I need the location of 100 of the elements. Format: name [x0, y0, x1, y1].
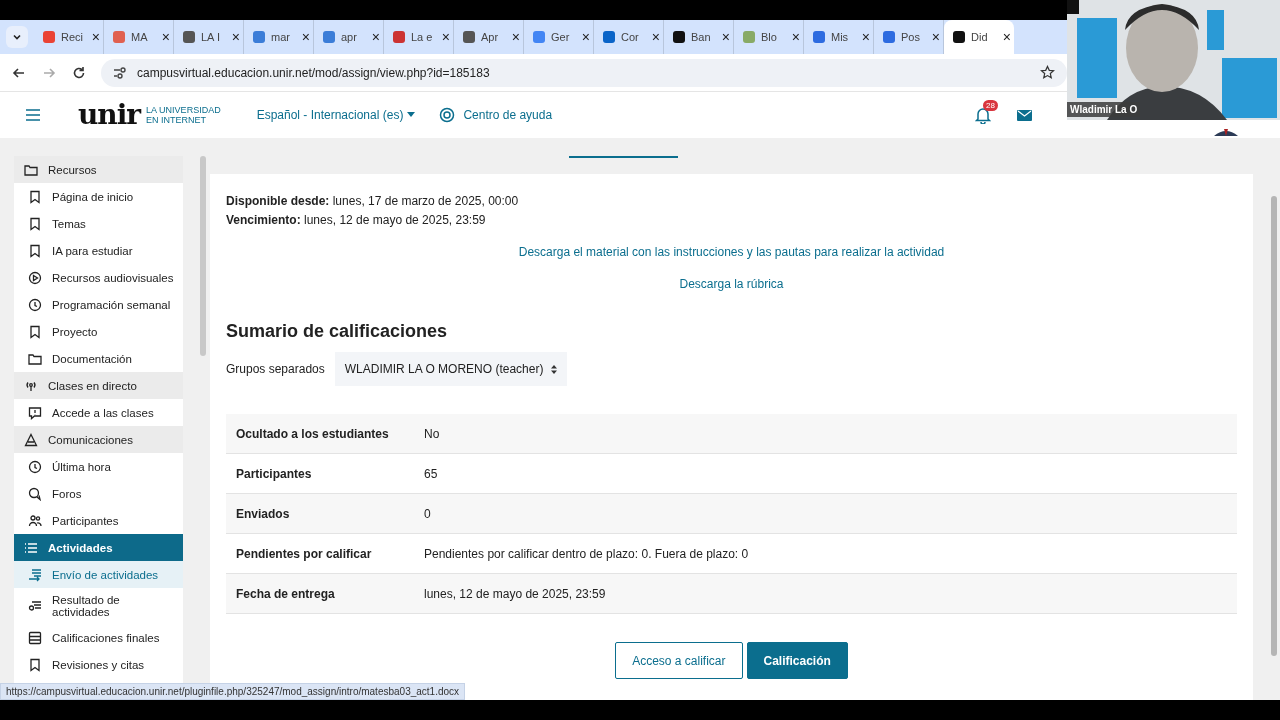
reload-icon[interactable]	[71, 64, 87, 81]
close-tab-button[interactable]: ×	[1002, 29, 1011, 45]
sidebar-label: Calificaciones finales	[52, 631, 160, 644]
close-tab-button[interactable]: ×	[91, 29, 100, 45]
section-heading: Sumario de calificaciones	[226, 321, 449, 342]
user-avatar-icon[interactable]	[1212, 126, 1240, 136]
notifications-bell-icon[interactable]	[975, 106, 991, 124]
grading-access-button[interactable]: Acceso a calificar	[615, 642, 743, 679]
sidebar-label: IA para estudiar	[52, 244, 133, 257]
close-tab-button[interactable]: ×	[721, 29, 730, 45]
close-tab-button[interactable]: ×	[861, 29, 870, 45]
download-link[interactable]: Descarga la rúbrica	[679, 277, 784, 291]
tab-list-button[interactable]	[6, 26, 28, 48]
site-icon	[742, 30, 756, 44]
site-icon	[882, 30, 896, 44]
sidebar-label: Recursos audiovisuales	[52, 271, 174, 284]
mail-icon[interactable]	[1017, 109, 1032, 121]
close-tab-button[interactable]: ×	[301, 29, 310, 45]
table-cell-text: Participantes	[235, 466, 313, 481]
table-icon	[28, 630, 42, 645]
sidebar-label: Página de inicio	[52, 190, 134, 203]
sidebar-section[interactable]: Comunicaciones	[14, 426, 183, 453]
site-icon	[252, 30, 266, 44]
lifebuoy-icon	[439, 107, 456, 123]
sidebar-item[interactable]: Recursos audiovisuales	[14, 264, 183, 291]
table-cell-text: Enviados	[235, 506, 291, 521]
scrollbar-thumb[interactable]	[1271, 196, 1277, 656]
sidebar-item[interactable]: Envío de actividades	[14, 561, 183, 588]
sidebar-label: Documentación	[52, 352, 132, 365]
sidebar-item[interactable]: Participantes	[14, 507, 183, 534]
sidebar-item[interactable]: Resultado de actividades	[14, 588, 183, 624]
close-tab-button[interactable]: ×	[371, 29, 380, 45]
sidebar-item[interactable]: Documentación	[14, 345, 183, 372]
bookmark-star-icon[interactable]	[1040, 65, 1055, 80]
results-icon	[28, 599, 42, 613]
sidebar-label: Recursos	[48, 163, 97, 176]
bookmark-icon	[28, 657, 42, 672]
scrollbar-thumb[interactable]	[200, 156, 206, 356]
help-link[interactable]: Centro de ayuda	[463, 108, 553, 122]
sort-caret-icon	[551, 364, 558, 374]
date-value: lunes, 12 de mayo de 2025, 23:59	[304, 213, 486, 227]
sidebar-section[interactable]: Actividades	[14, 534, 183, 561]
triangle-icon	[24, 432, 38, 447]
listarrow-icon	[28, 567, 42, 582]
site-icon	[812, 30, 826, 44]
sidebar-label: Revisiones y citas	[52, 658, 145, 671]
notification-count: 28	[983, 99, 998, 111]
sidebar-section[interactable]: Recursos	[14, 156, 183, 183]
sidebar-item[interactable]: IA para estudiar	[14, 237, 183, 264]
sidebar-label: Clases en directo	[48, 379, 137, 392]
site-icon	[602, 30, 616, 44]
tab-title: Mis	[831, 31, 850, 43]
sidebar-label: Envío de actividades	[52, 568, 159, 581]
people-icon	[28, 513, 42, 528]
close-tab-button[interactable]: ×	[441, 29, 450, 45]
chevron-down-icon	[12, 32, 22, 42]
tab-title: La e	[411, 31, 433, 43]
sidebar-section[interactable]: Clases en directo	[14, 372, 183, 399]
menu-icon[interactable]	[26, 109, 40, 121]
sidebar-item[interactable]: Accede a las clases	[14, 399, 183, 426]
tab-title: apr	[341, 31, 358, 43]
unir-logo[interactable]: unir	[78, 101, 141, 129]
sidebar-item[interactable]: Proyecto	[14, 318, 183, 345]
sidebar-label: Foros	[52, 487, 82, 500]
close-tab-button[interactable]: ×	[931, 29, 940, 45]
table-cell-text: Fecha de entrega	[235, 586, 336, 601]
close-tab-button[interactable]: ×	[511, 29, 520, 45]
sidebar-item[interactable]: Última hora	[14, 453, 183, 480]
status-url: https://campusvirtual.educacion.unir.net/pluginfile.php/325247/mod_assign/intro/matesba03_act1.docx	[0, 683, 466, 700]
sidebar-item[interactable]: Página de inicio	[14, 183, 183, 210]
download-link[interactable]: Descarga el material con las instrucciones y las pautas para realizar la actividad	[518, 245, 945, 259]
browser-tab[interactable]: Did ×	[944, 20, 1014, 54]
bookmark-icon	[28, 216, 42, 231]
close-tab-button[interactable]: ×	[161, 29, 170, 45]
site-icon	[952, 30, 966, 44]
date-value: lunes, 17 de marzo de 2025, 00:00	[332, 194, 519, 208]
chat-icon	[28, 486, 42, 501]
language-menu[interactable]: Español - Internacional (es)	[256, 108, 416, 122]
tab-title: LA I	[201, 31, 221, 43]
close-tab-button[interactable]: ×	[651, 29, 660, 45]
group-select[interactable]: WLADIMIR LA O MORENO (teacher)	[334, 352, 568, 386]
sidebar-item[interactable]: Programación semanal	[14, 291, 183, 318]
grade-button[interactable]: Calificación	[746, 642, 848, 679]
table-cell-text: Pendientes por calificar	[235, 546, 373, 561]
close-tab-button[interactable]: ×	[231, 29, 240, 45]
sidebar-label: Comunicaciones	[48, 433, 133, 446]
tab-title: Reci	[61, 31, 83, 43]
tab-title: Blo	[761, 31, 778, 43]
sidebar-label: Accede a las clases	[52, 406, 154, 419]
close-tab-button[interactable]: ×	[581, 29, 590, 45]
sidebar-item[interactable]: Temas	[14, 210, 183, 237]
sidebar-item[interactable]: Revisiones y citas	[14, 651, 183, 678]
sidebar-label: Actividades	[48, 541, 113, 554]
address-bar[interactable]: campusvirtual.educacion.unir.net/mod/assign/view.php?id=185183	[101, 58, 1067, 87]
clock-icon	[28, 459, 42, 474]
sidebar-item[interactable]: Calificaciones finales	[14, 624, 183, 651]
sidebar-item[interactable]: Foros	[14, 480, 183, 507]
close-tab-button[interactable]: ×	[791, 29, 800, 45]
table-cell-text: Ocultado a los estudiantes	[235, 426, 390, 441]
tab-title: mar	[271, 31, 291, 43]
